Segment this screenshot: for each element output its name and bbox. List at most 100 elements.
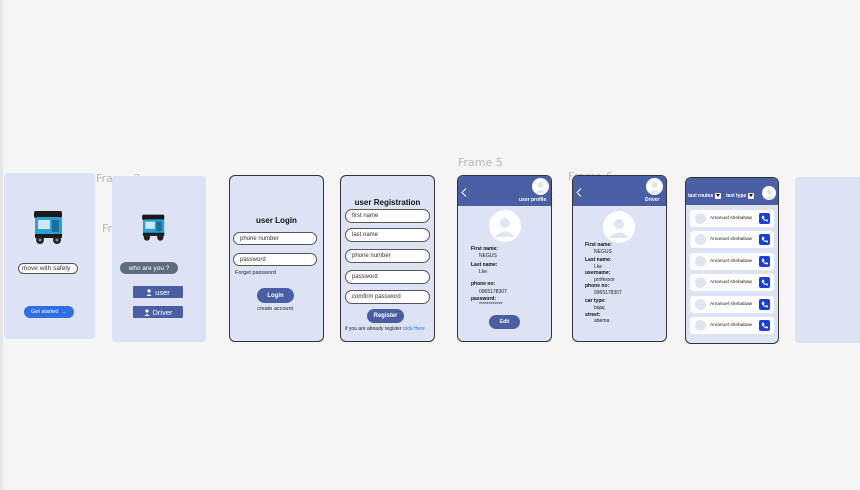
user-role-label: user: [155, 287, 170, 297]
driver-phone-label: phone no:: [585, 283, 610, 289]
phone-icon[interactable]: [759, 213, 770, 224]
last-name-input[interactable]: last name: [345, 228, 430, 242]
phone-icon[interactable]: [759, 277, 770, 288]
phone-icon[interactable]: [759, 299, 770, 310]
avatar-icon: [649, 182, 660, 193]
reg-phone-placeholder: phone number: [352, 253, 391, 259]
reg-password-placeholder: password: [352, 274, 378, 280]
role-frame[interactable]: who are you ? user Driver: [112, 176, 206, 342]
user-icon: [146, 288, 152, 296]
driver-first-value: NEGUS: [594, 249, 612, 255]
canvas-ruler: [0, 0, 3, 490]
first-name-input[interactable]: first name: [345, 209, 430, 223]
taxi-row[interactable]: Amanuel shebabaw: [690, 274, 774, 291]
get-started-button[interactable]: Get started →: [24, 306, 74, 318]
user-role-button[interactable]: user: [133, 286, 183, 298]
driver-phone-value: 0965178307: [594, 290, 622, 296]
last-name-label: Last name:: [471, 262, 498, 268]
first-name-label: First name:: [471, 246, 498, 252]
avatar-icon: [695, 234, 706, 245]
arrow-right-icon: →: [61, 309, 67, 315]
login-button[interactable]: Login: [257, 288, 294, 303]
avatar-icon: [535, 182, 546, 193]
registration-title: user Registration: [354, 198, 421, 207]
user-profile-screen[interactable]: user profile First name: NEGUS Last name…: [457, 175, 552, 342]
profile-avatar-small[interactable]: [531, 177, 550, 196]
driver-name: Amanuel shebabaw: [710, 302, 753, 307]
login-screen[interactable]: user Login phone number password Forget …: [229, 175, 324, 342]
reg-password-input[interactable]: password: [345, 270, 430, 284]
password-input[interactable]: password: [233, 253, 317, 266]
partial-frame[interactable]: [795, 177, 860, 343]
phone-number-placeholder: phone number: [240, 235, 279, 242]
driver-avatar-small[interactable]: [645, 177, 664, 196]
taxi-row[interactable]: Amanuel shebabaw: [690, 231, 774, 248]
avatar-icon: [495, 218, 515, 237]
forget-password-link[interactable]: Forget password: [235, 270, 276, 276]
driver-role-button[interactable]: Driver: [133, 306, 183, 318]
profile-avatar-large[interactable]: [489, 210, 521, 242]
phone-number-input[interactable]: phone number: [233, 232, 317, 245]
phone-icon[interactable]: [759, 234, 770, 245]
driver-name: Amanuel shebabaw: [710, 280, 753, 285]
dropdown-icon: [715, 193, 722, 199]
tagline-text: move with safety: [22, 265, 71, 272]
tuktuk-icon: [142, 214, 165, 241]
taxi-type-label: taxi type: [726, 193, 747, 199]
driver-name: Amanuel shebabaw: [710, 216, 753, 221]
phone-icon[interactable]: [759, 256, 770, 267]
avatar-icon: [764, 189, 774, 199]
driver-first-label: First name:: [585, 242, 612, 248]
tuktuk-icon: [34, 211, 62, 244]
confirm-password-placeholder: comfirm password: [352, 294, 401, 300]
driver-avatar-large[interactable]: [603, 211, 635, 243]
phone-icon[interactable]: [759, 320, 770, 331]
avatar-icon: [695, 320, 706, 331]
create-account-link[interactable]: create account: [257, 306, 293, 312]
password-placeholder: password: [240, 256, 266, 263]
phone-label: phone no:: [471, 281, 496, 287]
driver-header-title: Driver: [645, 197, 660, 203]
taxi-routes-dropdown[interactable]: taxi routes: [688, 193, 722, 199]
taxi-row[interactable]: Amanuel shebabaw: [690, 210, 774, 227]
edit-button[interactable]: Edit: [489, 315, 520, 329]
frame-5-label[interactable]: Frame 5: [458, 156, 503, 169]
first-name-value: NEGUS: [479, 253, 497, 259]
registration-screen[interactable]: user Registration first name last name p…: [340, 175, 435, 342]
reg-phone-input[interactable]: phone number: [345, 249, 430, 263]
car-type-value: bajaj: [594, 305, 605, 311]
taxi-row[interactable]: Amanuel shebabaw: [690, 253, 774, 270]
taxi-row[interactable]: Amanuel shebabaw: [690, 296, 774, 313]
register-button[interactable]: Register: [367, 309, 404, 323]
taxi-list-screen[interactable]: taxi routes taxi type Amanuel shebabaw A…: [685, 177, 779, 344]
splash-frame[interactable]: move with safety Get started →: [4, 173, 95, 339]
click-here-link[interactable]: click Here: [403, 326, 425, 332]
driver-name: Amanuel shebabaw: [710, 259, 753, 264]
back-chevron-icon[interactable]: [576, 188, 582, 197]
back-chevron-icon[interactable]: [461, 188, 467, 197]
taxi-routes-label: taxi routes: [688, 193, 714, 199]
taxi-row[interactable]: Amanuel shebabaw: [690, 317, 774, 334]
last-name-placeholder: last name: [352, 232, 379, 238]
confirm-password-input[interactable]: comfirm password: [345, 290, 430, 304]
avatar-icon: [609, 219, 629, 238]
dropdown-icon: [748, 193, 755, 199]
taxi-avatar[interactable]: [761, 185, 777, 201]
driver-last-label: Last name:: [585, 257, 612, 263]
profile-header-title: user profile: [519, 197, 547, 203]
last-name-value: Lke: [479, 269, 488, 275]
avatar-icon: [695, 299, 706, 310]
who-are-you-label: who are you ?: [120, 262, 178, 274]
phone-value: 0965178307: [479, 289, 507, 295]
driver-username-label: username:: [585, 270, 611, 276]
tagline-badge: move with safety: [18, 263, 78, 274]
driver-name: Amanuel shebabaw: [710, 323, 753, 328]
taxi-type-dropdown[interactable]: taxi type: [726, 193, 755, 199]
password-value: ************: [479, 302, 503, 308]
already-registered-text: if you are already register click Here: [345, 326, 425, 332]
driver-profile-screen[interactable]: Driver First name: NEGUS Last name: Lke …: [572, 175, 667, 342]
avatar-icon: [695, 213, 706, 224]
already-registered-label: if you are already register: [345, 326, 402, 332]
first-name-placeholder: first name: [352, 213, 379, 219]
login-title: user Login: [256, 216, 297, 225]
